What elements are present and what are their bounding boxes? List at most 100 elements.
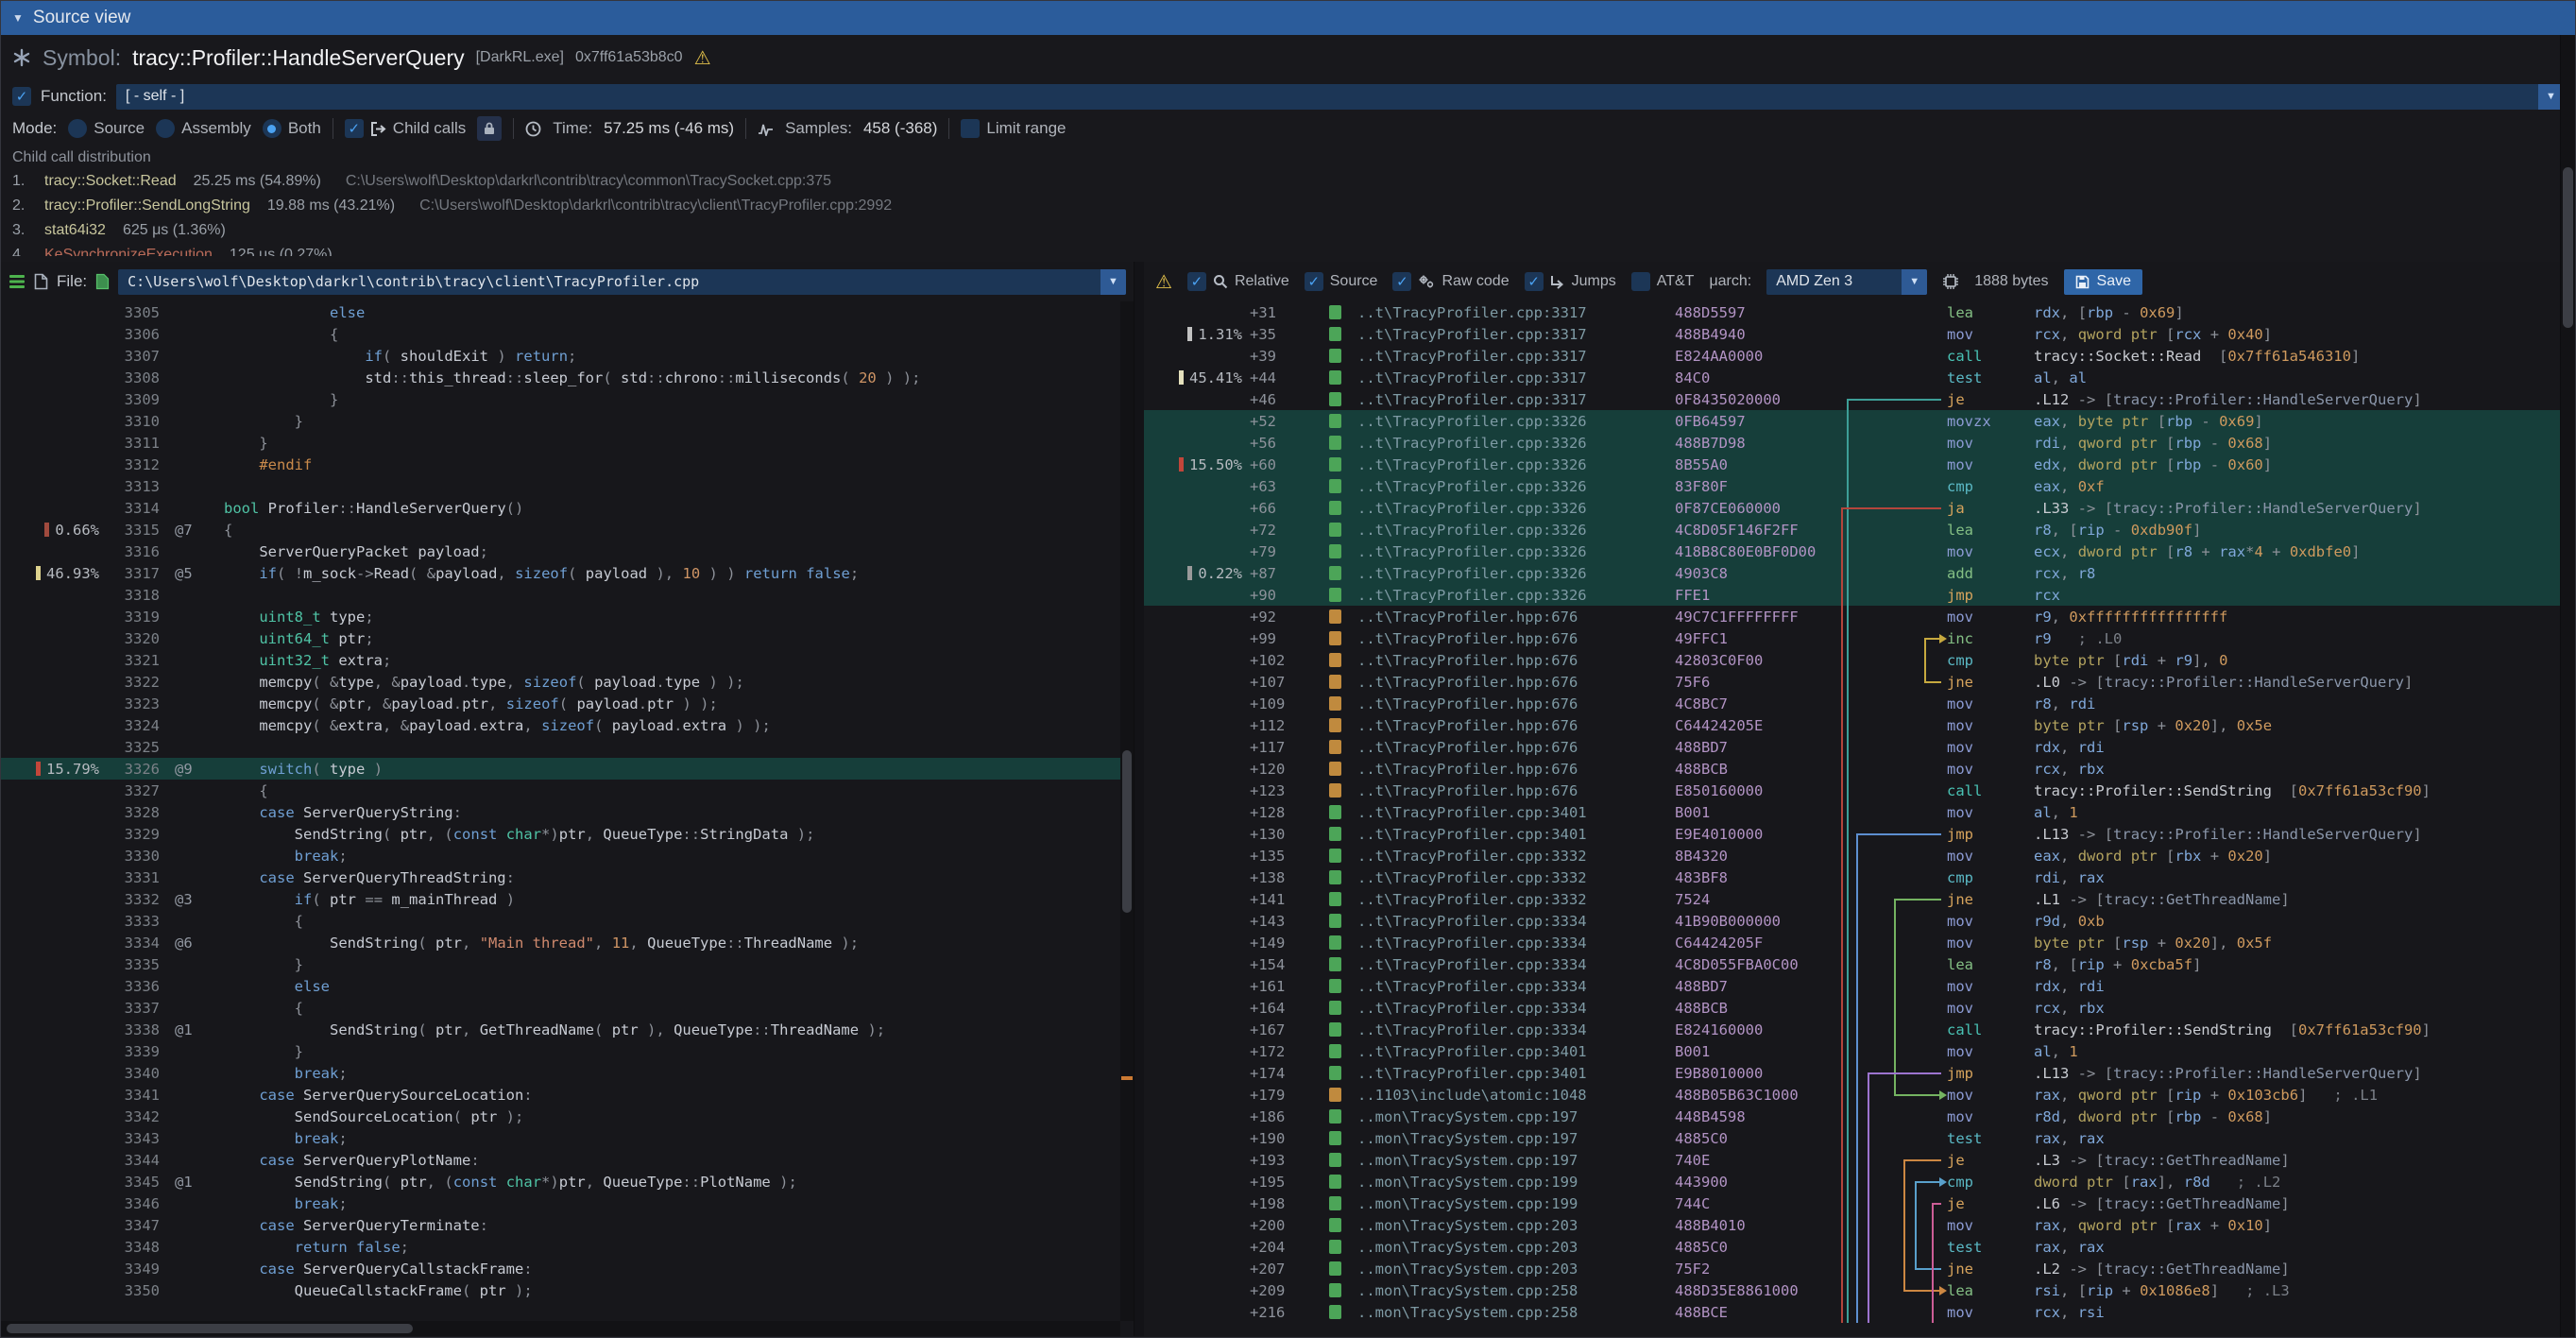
asm-instruction-row[interactable]: +209..mon\TracySystem.cpp:258488D35E8861… (1144, 1279, 2560, 1301)
asm-instruction-row[interactable]: +186..mon\TracySystem.cpp:197448B4598mov… (1144, 1106, 2560, 1127)
relative-checkbox-group[interactable]: Relative (1187, 272, 1289, 291)
source-line[interactable]: 3324 memcpy( &extra, &payload.extra, siz… (1, 714, 1120, 736)
asm-instruction-row[interactable]: 1.31%+35..t\TracyProfiler.cpp:3317488B49… (1144, 323, 2560, 345)
child-call-entry[interactable]: 2.tracy::Profiler::SendLongString19.88 m… (12, 194, 2564, 218)
asm-instruction-row[interactable]: +112..t\TracyProfiler.hpp:676C64424205Em… (1144, 714, 2560, 736)
source-line[interactable]: 3335 } (1, 953, 1120, 975)
asm-instruction-row[interactable]: +92..t\TracyProfiler.hpp:67649C7C1FFFFFF… (1144, 606, 2560, 627)
source-line[interactable]: 3328 case ServerQueryString: (1, 801, 1120, 823)
source-line[interactable]: 3327 { (1, 780, 1120, 801)
chevron-down-icon[interactable]: ▼ (1100, 269, 1126, 295)
source-line[interactable]: 3338@1 SendString( ptr, GetThreadName( p… (1, 1019, 1120, 1040)
source-line[interactable]: 3318 (1, 584, 1120, 606)
source-checkbox[interactable] (1305, 272, 1323, 291)
source-line[interactable]: 3333 { (1, 910, 1120, 932)
limit-range-checkbox[interactable] (961, 119, 980, 138)
source-line[interactable]: 3330 break; (1, 845, 1120, 866)
att-checkbox[interactable] (1631, 272, 1650, 291)
asm-instruction-row[interactable]: 45.41%+44..t\TracyProfiler.cpp:331784C0t… (1144, 367, 2560, 388)
asm-instruction-row[interactable]: +120..t\TracyProfiler.hpp:676488BCBmovrc… (1144, 758, 2560, 780)
lock-button[interactable] (477, 116, 502, 141)
asm-instruction-row[interactable]: +99..t\TracyProfiler.hpp:67649FFC1incr9 … (1144, 627, 2560, 649)
scrollbar-thumb[interactable] (2563, 167, 2573, 328)
save-button[interactable]: Save (2064, 269, 2142, 295)
source-line[interactable]: 3332@3 if( ptr == m_mainThread ) (1, 888, 1120, 910)
source-line[interactable]: 3316 ServerQueryPacket payload; (1, 540, 1120, 562)
source-line[interactable]: 3323 memcpy( &ptr, &payload.ptr, sizeof(… (1, 693, 1120, 714)
asm-instruction-row[interactable]: 15.50%+60..t\TracyProfiler.cpp:33268B55A… (1144, 454, 2560, 475)
list-icon[interactable] (9, 274, 26, 289)
source-line[interactable]: 3308 std::this_thread::sleep_for( std::c… (1, 367, 1120, 388)
asm-instruction-row[interactable]: +190..mon\TracySystem.cpp:1974885C0testr… (1144, 1127, 2560, 1149)
asm-instruction-row[interactable]: +154..t\TracyProfiler.cpp:33344C8D055FBA… (1144, 953, 2560, 975)
asm-instruction-row[interactable]: +63..t\TracyProfiler.cpp:332683F80Fcmpea… (1144, 475, 2560, 497)
asm-instruction-row[interactable]: +161..t\TracyProfiler.cpp:3334488BD7movr… (1144, 975, 2560, 997)
asm-instruction-row[interactable]: +56..t\TracyProfiler.cpp:3326488B7D98mov… (1144, 432, 2560, 454)
source-line[interactable]: 3314bool Profiler::HandleServerQuery() (1, 497, 1120, 519)
source-line[interactable]: 3306 { (1, 323, 1120, 345)
asm-instruction-row[interactable]: +164..t\TracyProfiler.cpp:3334488BCBmovr… (1144, 997, 2560, 1019)
relative-checkbox[interactable] (1187, 272, 1206, 291)
window-vertical-scrollbar[interactable] (2560, 35, 2575, 1337)
source-line[interactable]: 3311 } (1, 432, 1120, 454)
asm-instruction-row[interactable]: +52..t\TracyProfiler.cpp:33260FB64597mov… (1144, 410, 2560, 432)
function-combo[interactable]: [ - self - ] ▼ (116, 84, 2564, 110)
chevron-down-icon[interactable]: ▼ (1902, 269, 1927, 295)
radio-assembly[interactable]: Assembly (156, 119, 251, 138)
asm-instruction-row[interactable]: +102..t\TracyProfiler.hpp:67642803C0F00c… (1144, 649, 2560, 671)
warning-icon[interactable]: ⚠ (694, 46, 711, 69)
source-line[interactable]: 3325 (1, 736, 1120, 758)
asm-instruction-row[interactable]: +138..t\TracyProfiler.cpp:3332483BF8cmpr… (1144, 866, 2560, 888)
source-line[interactable]: 3320 uint64_t ptr; (1, 627, 1120, 649)
source-line[interactable]: 3337 { (1, 997, 1120, 1019)
asm-instruction-row[interactable]: +107..t\TracyProfiler.hpp:67675F6jne.L0 … (1144, 671, 2560, 693)
asm-instruction-row[interactable]: 0.22%+87..t\TracyProfiler.cpp:33264903C8… (1144, 562, 2560, 584)
source-line[interactable]: 3319 uint8_t type; (1, 606, 1120, 627)
source-vertical-scrollbar[interactable] (1120, 301, 1134, 1321)
asm-instruction-row[interactable]: +149..t\TracyProfiler.cpp:3334C64424205F… (1144, 932, 2560, 953)
jumps-checkbox[interactable] (1525, 272, 1544, 291)
asm-instruction-row[interactable]: +128..t\TracyProfiler.cpp:3401B001moval,… (1144, 801, 2560, 823)
asm-instruction-row[interactable]: +143..t\TracyProfiler.cpp:333441B90B0000… (1144, 910, 2560, 932)
asm-instruction-row[interactable]: +79..t\TracyProfiler.cpp:3326418B8C80E0B… (1144, 540, 2560, 562)
asm-instruction-row[interactable]: +123..t\TracyProfiler.hpp:676E850160000c… (1144, 780, 2560, 801)
asm-instruction-row[interactable]: +66..t\TracyProfiler.cpp:33260F87CE06000… (1144, 497, 2560, 519)
asm-instruction-row[interactable]: +198..mon\TracySystem.cpp:199744Cje.L6 -… (1144, 1192, 2560, 1214)
source-line[interactable]: 3342 SendSourceLocation( ptr ); (1, 1106, 1120, 1127)
source-line[interactable]: 46.93%3317@5 if( !m_sock->Read( &payload… (1, 562, 1120, 584)
source-line[interactable]: 3339 } (1, 1040, 1120, 1062)
radio-assembly-circle[interactable] (156, 119, 175, 138)
asm-instruction-row[interactable]: +195..mon\TracySystem.cpp:199443900cmpdw… (1144, 1171, 2560, 1192)
source-line[interactable]: 3344 case ServerQueryPlotName: (1, 1149, 1120, 1171)
source-line[interactable]: 15.79%3326@9 switch( type ) (1, 758, 1120, 780)
asm-instruction-row[interactable]: +130..t\TracyProfiler.cpp:3401E9E4010000… (1144, 823, 2560, 845)
asm-instruction-row[interactable]: +179..1103\include\atomic:1048488B05B63C… (1144, 1084, 2560, 1106)
source-line[interactable]: 3312 #endif (1, 454, 1120, 475)
source-line[interactable]: 3343 break; (1, 1127, 1120, 1149)
source-line[interactable]: 3349 case ServerQueryCallstackFrame: (1, 1258, 1120, 1279)
source-line[interactable]: 3331 case ServerQueryThreadString: (1, 866, 1120, 888)
source-line[interactable]: 3350 QueueCallstackFrame( ptr ); (1, 1279, 1120, 1301)
asm-instruction-row[interactable]: +141..t\TracyProfiler.cpp:33327524jne.L1… (1144, 888, 2560, 910)
source-line[interactable]: 3307 if( shouldExit ) return; (1, 345, 1120, 367)
asm-instruction-row[interactable]: +39..t\TracyProfiler.cpp:3317E824AA0000c… (1144, 345, 2560, 367)
pane-splitter[interactable] (1134, 262, 1144, 1336)
source-line[interactable]: 3329 SendString( ptr, (const char*)ptr, … (1, 823, 1120, 845)
att-checkbox-group[interactable]: AT&T (1631, 272, 1695, 291)
raw-code-checkbox[interactable] (1392, 272, 1411, 291)
scrollbar-thumb[interactable] (1122, 750, 1132, 914)
child-call-entry[interactable]: 3.stat64i32625 μs (1.36%) (12, 218, 2564, 243)
source-line[interactable]: 3340 break; (1, 1062, 1120, 1084)
source-line[interactable]: 3347 case ServerQueryTerminate: (1, 1214, 1120, 1236)
source-checkbox-group[interactable]: Source (1305, 272, 1378, 291)
asm-instruction-row[interactable]: +31..t\TracyProfiler.cpp:3317488D5597lea… (1144, 301, 2560, 323)
source-line[interactable]: 3346 break; (1, 1192, 1120, 1214)
source-line[interactable]: 3336 else (1, 975, 1120, 997)
asm-instruction-row[interactable]: +72..t\TracyProfiler.cpp:33264C8D05F146F… (1144, 519, 2560, 540)
source-line[interactable]: 0.66%3315@7{ (1, 519, 1120, 540)
asm-instruction-row[interactable]: +204..mon\TracySystem.cpp:2034885C0testr… (1144, 1236, 2560, 1258)
asm-instruction-row[interactable]: +90..t\TracyProfiler.cpp:3326FFE1jmprcx (1144, 584, 2560, 606)
asm-instruction-row[interactable]: +174..t\TracyProfiler.cpp:3401E9B8010000… (1144, 1062, 2560, 1084)
asm-instruction-row[interactable]: +109..t\TracyProfiler.hpp:6764C8BC7movr8… (1144, 693, 2560, 714)
source-line[interactable]: 3313 (1, 475, 1120, 497)
